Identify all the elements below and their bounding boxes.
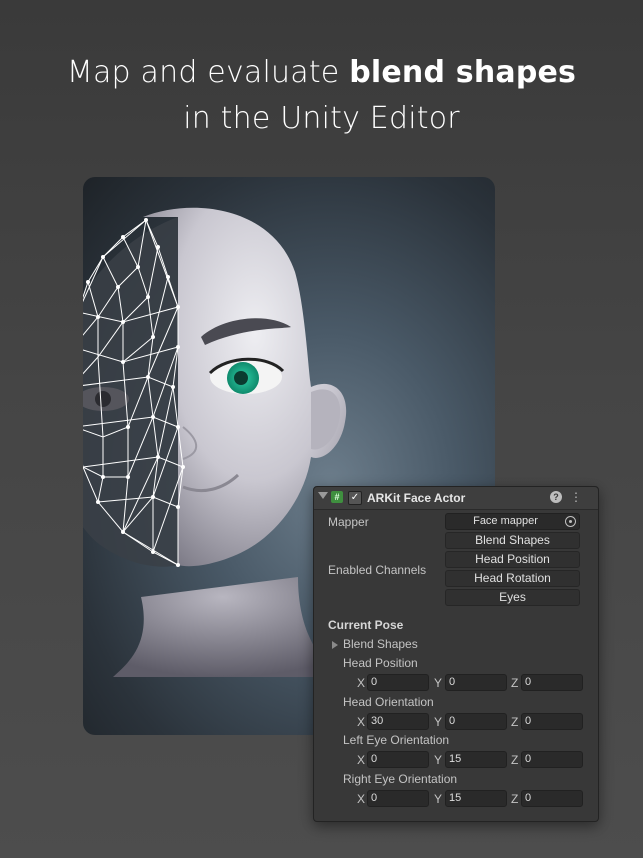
left-eye-orientation-y-field[interactable]: 15 [445, 751, 507, 768]
head-position-y-label: Y [434, 676, 443, 690]
right-eye-orientation-x-label: X [357, 792, 366, 806]
head-position-label: Head Position [343, 656, 418, 670]
right-eye-orientation-z-label: Z [511, 792, 519, 806]
right-eye-orientation-x-field[interactable]: 0 [367, 790, 429, 807]
right-eye-orientation-y-field[interactable]: 15 [445, 790, 507, 807]
head-orientation-x-label: X [357, 715, 366, 729]
head-position-z-field[interactable]: 0 [521, 674, 583, 691]
current-pose-label: Current Pose [328, 618, 404, 632]
channel-blend-shapes-toggle[interactable]: Blend Shapes [445, 532, 580, 549]
head-orientation-z-field[interactable]: 0 [521, 713, 583, 730]
inspector-panel: # ✓ ARKit Face Actor ? ⋮ Mapper Face map… [313, 486, 599, 822]
blend-shapes-foldout-arrow-icon[interactable] [332, 641, 338, 649]
help-icon[interactable]: ? [550, 491, 562, 503]
mapper-value: Face mapper [473, 515, 538, 527]
left-eye-orientation-x-field[interactable]: 0 [367, 751, 429, 768]
foldout-arrow-icon[interactable] [318, 492, 328, 499]
left-eye-orientation-label: Left Eye Orientation [343, 733, 450, 747]
left-eye-orientation-z-field[interactable]: 0 [521, 751, 583, 768]
component-title: ARKit Face Actor [367, 491, 466, 505]
head-orientation-label: Head Orientation [343, 695, 434, 709]
component-header[interactable]: # ✓ ARKit Face Actor ? ⋮ [314, 487, 598, 510]
headline-regular-text: Map and evaluate [66, 55, 350, 90]
headline-bold-text: blend shapes [349, 55, 577, 90]
context-menu-icon[interactable]: ⋮ [570, 489, 582, 505]
right-eye-orientation-y-label: Y [434, 792, 443, 806]
mapper-object-field[interactable]: Face mapper [445, 513, 580, 530]
eye-pupil [234, 371, 248, 385]
head-orientation-y-label: Y [434, 715, 443, 729]
head-orientation-x-field[interactable]: 30 [367, 713, 429, 730]
channel-head-position-toggle[interactable]: Head Position [445, 551, 580, 568]
headline: Map and evaluate blend shapes in the Uni… [0, 50, 643, 142]
script-icon: # [331, 491, 343, 503]
head-position-z-label: Z [511, 676, 519, 690]
headline-line-1: Map and evaluate blend shapes [0, 50, 643, 96]
mesh-eye-pupil [95, 391, 111, 407]
left-eye-orientation-z-label: Z [511, 753, 519, 767]
blend-shapes-foldout[interactable]: Blend Shapes [343, 637, 418, 651]
mapper-label: Mapper [328, 515, 369, 529]
head-position-x-field[interactable]: 0 [367, 674, 429, 691]
enabled-channels-label: Enabled Channels [328, 563, 427, 577]
left-eye-orientation-y-label: Y [434, 753, 443, 767]
left-eye-orientation-x-label: X [357, 753, 366, 767]
component-enabled-checkbox[interactable]: ✓ [348, 491, 362, 505]
headline-line-2: in the Unity Editor [183, 101, 460, 136]
neck-shape [113, 577, 333, 677]
channel-eyes-toggle[interactable]: Eyes [445, 589, 580, 606]
object-picker-icon[interactable] [565, 516, 576, 527]
channel-head-rotation-toggle[interactable]: Head Rotation [445, 570, 580, 587]
head-position-x-label: X [357, 676, 366, 690]
head-orientation-y-field[interactable]: 0 [445, 713, 507, 730]
right-eye-orientation-label: Right Eye Orientation [343, 772, 458, 786]
head-orientation-z-label: Z [511, 715, 519, 729]
head-position-y-field[interactable]: 0 [445, 674, 507, 691]
right-eye-orientation-z-field[interactable]: 0 [521, 790, 583, 807]
